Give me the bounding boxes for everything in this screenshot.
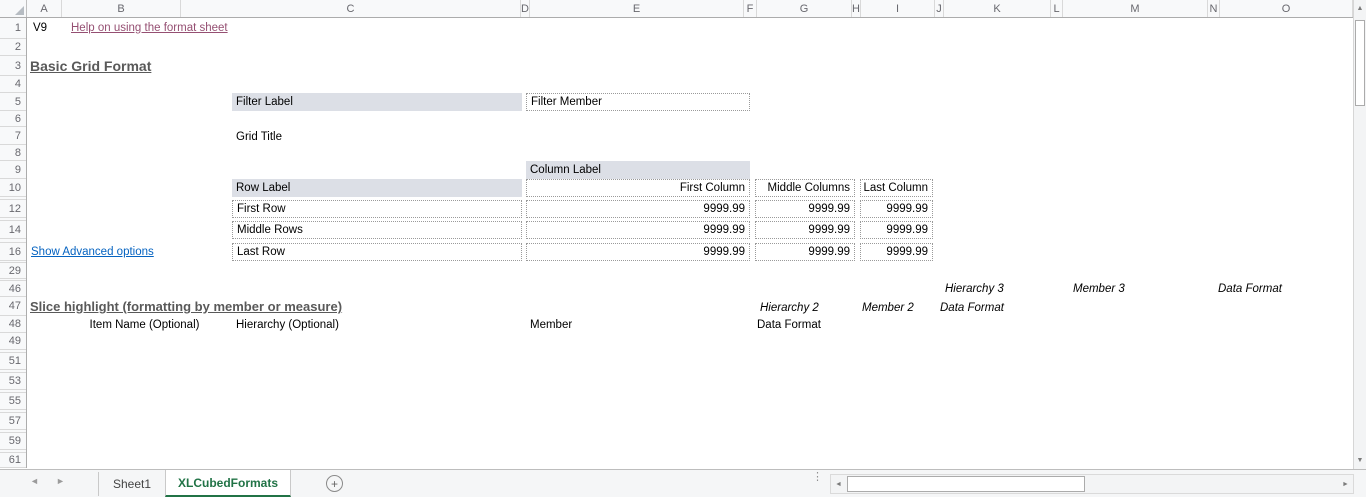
column-header-A[interactable]: A: [27, 0, 62, 17]
row-label-cell[interactable]: Row Label: [232, 179, 522, 197]
horizontal-scrollbar[interactable]: ◄ ►: [830, 474, 1354, 494]
row-header-10[interactable]: 10: [0, 179, 26, 197]
row-header-2[interactable]: 2: [0, 39, 26, 56]
row-header-51[interactable]: 51: [0, 353, 26, 370]
scroll-left-button[interactable]: ◄: [831, 475, 846, 493]
scroll-up-icon: ▲: [1356, 5, 1364, 12]
row-header-46[interactable]: 46: [0, 281, 26, 297]
column-header-H[interactable]: H: [852, 0, 861, 17]
scroll-up-button[interactable]: ▲: [1354, 0, 1366, 17]
row-header-53[interactable]: 53: [0, 373, 26, 390]
row-header-48[interactable]: 48: [0, 316, 26, 333]
value-cell[interactable]: 9999.99: [526, 221, 750, 239]
tab-sheet1[interactable]: Sheet1: [99, 470, 165, 497]
value-cell[interactable]: 9999.99: [755, 243, 855, 261]
column-header-K[interactable]: K: [944, 0, 1051, 17]
row-header-3[interactable]: 3: [0, 56, 26, 76]
middle-rows-label-cell[interactable]: Middle Rows: [232, 221, 522, 239]
row-header-59[interactable]: 59: [0, 433, 26, 450]
member2-label[interactable]: Member 2: [858, 300, 933, 315]
middle-columns-header-cell[interactable]: Middle Columns: [755, 179, 855, 197]
excel-window: V9 Help on using the format sheet Basic Gr…: [0, 0, 1366, 497]
row-header-47[interactable]: 47: [0, 297, 26, 316]
vertical-scrollbar[interactable]: ▲ ▼: [1353, 0, 1366, 469]
section-title-basic-grid[interactable]: Basic Grid Format: [26, 56, 286, 76]
tab-nav-right-icon[interactable]: ►: [56, 476, 65, 486]
last-column-header-cell[interactable]: Last Column: [860, 179, 933, 197]
column-header-D[interactable]: D: [521, 0, 530, 17]
last-row-label-cell[interactable]: Last Row: [232, 243, 522, 261]
item-name-label[interactable]: Item Name (Optional): [62, 316, 227, 333]
column-label-cell[interactable]: Column Label: [526, 161, 750, 179]
row-header-8[interactable]: 8: [0, 145, 26, 161]
grid-title-cell[interactable]: Grid Title: [232, 128, 382, 145]
hierarchy2-label[interactable]: Hierarchy 2: [756, 300, 836, 315]
value-cell[interactable]: 9999.99: [755, 200, 855, 218]
scroll-right-button[interactable]: ►: [1338, 475, 1353, 493]
row-header-7[interactable]: 7: [0, 127, 26, 145]
help-link[interactable]: Help on using the format sheet: [67, 19, 267, 37]
member-label[interactable]: Member: [526, 316, 626, 333]
row-header-49[interactable]: 49: [0, 333, 26, 350]
value-cell[interactable]: 9999.99: [860, 200, 933, 218]
tab-xlcubedformats[interactable]: XLCubedFormats: [165, 470, 291, 497]
row-header-55[interactable]: 55: [0, 393, 26, 410]
row-header-61[interactable]: 61: [0, 453, 26, 468]
hierarchy3-label[interactable]: Hierarchy 3: [941, 281, 1021, 296]
tab-nav-left-icon[interactable]: ◄: [30, 476, 39, 486]
row-header-29[interactable]: 29: [0, 263, 26, 279]
tabbar-resize-handle-icon[interactable]: ⋮: [812, 472, 823, 483]
scroll-down-icon: ▼: [1356, 457, 1364, 464]
column-header-C[interactable]: C: [181, 0, 521, 17]
sheet-tab-bar: ◄ ► Sheet1 XLCubedFormats + ⋮ ◄ ►: [0, 469, 1366, 497]
scroll-left-icon: ◄: [835, 480, 842, 488]
row-header-12[interactable]: 12: [0, 200, 26, 218]
row-header-9[interactable]: 9: [0, 161, 26, 179]
member3-label[interactable]: Member 3: [1069, 281, 1144, 296]
column-header-I[interactable]: I: [861, 0, 935, 17]
column-header-N[interactable]: N: [1208, 0, 1220, 17]
first-row-label-cell[interactable]: First Row: [232, 200, 522, 218]
data-format2-label[interactable]: Data Format: [936, 300, 1021, 315]
row-header-6[interactable]: 6: [0, 111, 26, 127]
column-headers: ABCDEFGHIJKLMNO: [0, 0, 1354, 18]
select-all-button[interactable]: [0, 0, 27, 17]
value-cell[interactable]: 9999.99: [860, 243, 933, 261]
filter-label-cell[interactable]: Filter Label: [232, 93, 522, 111]
column-header-J[interactable]: J: [935, 0, 944, 17]
row-header-16[interactable]: 16: [0, 243, 26, 261]
hierarchy-optional-label[interactable]: Hierarchy (Optional): [232, 316, 397, 333]
column-header-O[interactable]: O: [1220, 0, 1353, 17]
column-header-G[interactable]: G: [757, 0, 852, 17]
row-header-14[interactable]: 14: [0, 221, 26, 239]
value-cell[interactable]: 9999.99: [526, 243, 750, 261]
show-advanced-options-link[interactable]: Show Advanced options: [27, 243, 172, 260]
column-header-M[interactable]: M: [1063, 0, 1208, 17]
row-headers: 1 2 3 4 5 6 7 8 9 10 12 14 16 29 46 47 48 49 51 53 55 57 59 61: [0, 18, 27, 468]
data-format-label[interactable]: Data Format: [753, 316, 853, 333]
row-header-5[interactable]: 5: [0, 93, 26, 111]
horizontal-scrollbar-thumb[interactable]: [847, 476, 1085, 492]
first-column-header-cell[interactable]: First Column: [526, 179, 750, 197]
cell-a1-version[interactable]: V9: [29, 19, 59, 37]
sheet-grid[interactable]: V9 Help on using the format sheet Basic Gr…: [0, 0, 1354, 468]
select-all-triangle-icon: [15, 6, 24, 15]
column-header-L[interactable]: L: [1051, 0, 1063, 17]
column-header-F[interactable]: F: [744, 0, 757, 17]
scroll-right-icon: ►: [1342, 480, 1349, 488]
add-sheet-button[interactable]: +: [326, 475, 343, 492]
row-header-57[interactable]: 57: [0, 413, 26, 430]
column-header-B[interactable]: B: [62, 0, 181, 17]
section-title-slice-highlight[interactable]: Slice highlight (formatting by member or…: [26, 297, 496, 316]
vertical-scrollbar-thumb[interactable]: [1355, 20, 1365, 106]
scroll-down-button[interactable]: ▼: [1354, 452, 1366, 469]
row-header-1[interactable]: 1: [0, 18, 26, 39]
data-format3-label[interactable]: Data Format: [1214, 281, 1299, 296]
value-cell[interactable]: 9999.99: [755, 221, 855, 239]
column-header-E[interactable]: E: [530, 0, 744, 17]
filter-member-cell[interactable]: Filter Member: [526, 93, 750, 111]
value-cell[interactable]: 9999.99: [860, 221, 933, 239]
row-header-4[interactable]: 4: [0, 76, 26, 93]
value-cell[interactable]: 9999.99: [526, 200, 750, 218]
